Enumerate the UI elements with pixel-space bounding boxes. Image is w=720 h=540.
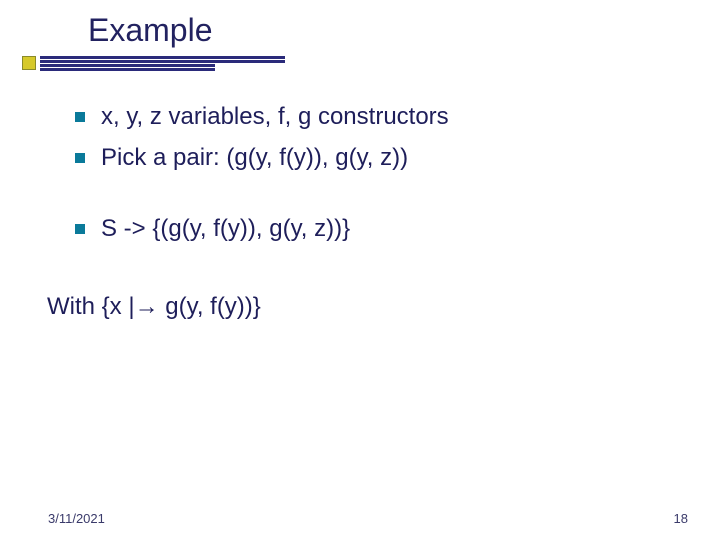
footer-page-number: 18	[674, 511, 688, 526]
bullet-item: x, y, z variables, f, g constructors	[75, 100, 670, 135]
bullet-icon	[75, 112, 85, 122]
bullet-item: Pick a pair: (g(y, f(y)), g(y, z))	[75, 141, 670, 176]
plain-text-line: With {x |→ g(y, f(y))}	[47, 290, 670, 325]
bullet-icon	[75, 224, 85, 234]
slide-title: Example	[88, 12, 213, 49]
slide-content: x, y, z variables, f, g constructors Pic…	[0, 72, 720, 325]
bullet-text: S -> {(g(y, f(y)), g(y, z))}	[101, 212, 350, 247]
footer-date: 3/11/2021	[48, 511, 105, 526]
bullet-icon	[75, 153, 85, 163]
title-underline-stripes	[0, 56, 720, 72]
bullet-text: x, y, z variables, f, g constructors	[101, 100, 449, 135]
decorative-square-icon	[22, 56, 36, 70]
title-bar: Example	[0, 0, 720, 72]
footer: 3/11/2021 18	[0, 511, 720, 526]
bullet-text: Pick a pair: (g(y, f(y)), g(y, z))	[101, 141, 408, 176]
bullet-item: S -> {(g(y, f(y)), g(y, z))}	[75, 212, 670, 247]
